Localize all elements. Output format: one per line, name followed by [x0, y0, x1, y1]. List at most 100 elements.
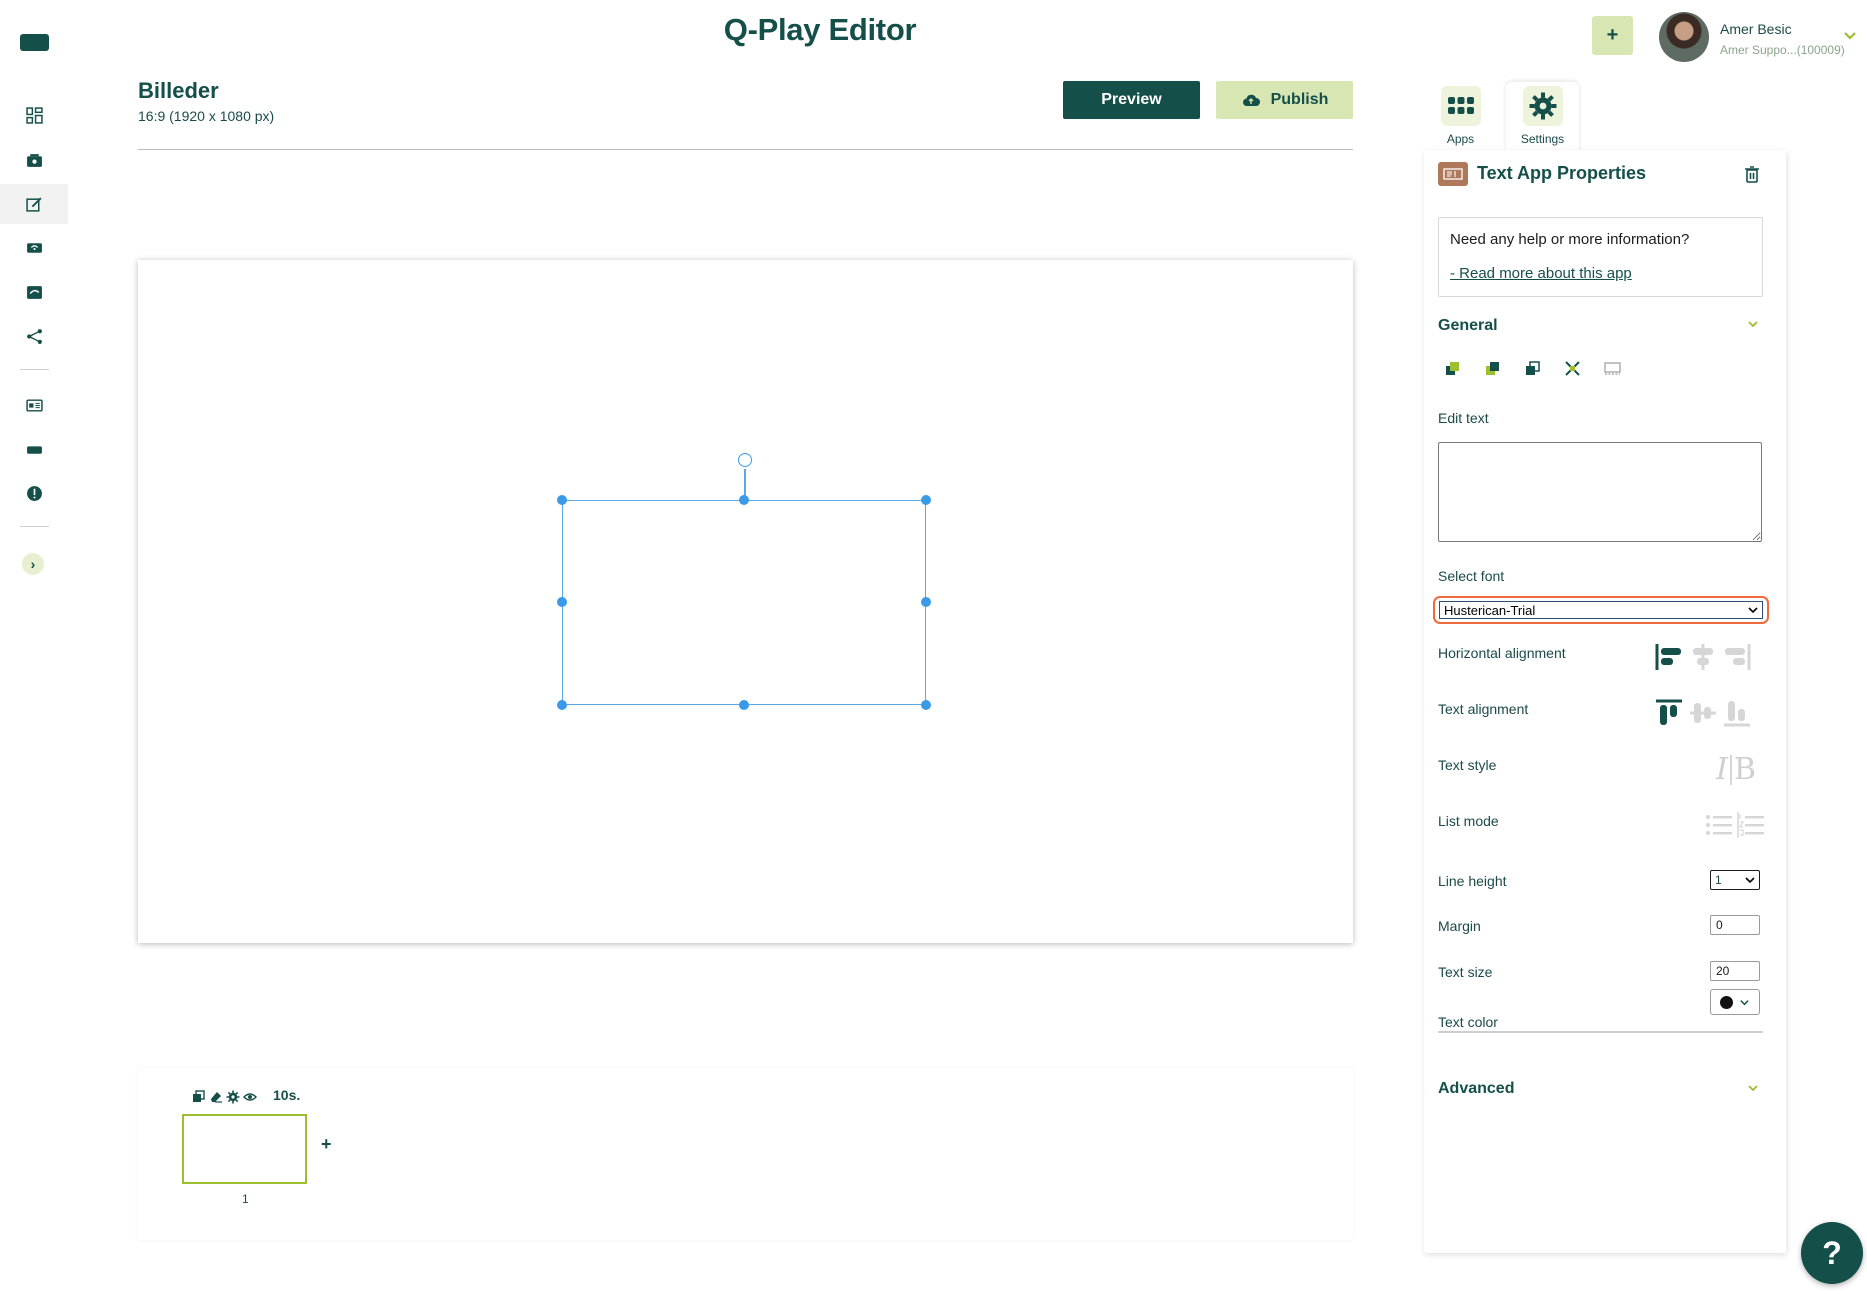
select-font-label: Select font	[1438, 568, 1505, 584]
help-button[interactable]: ?	[1801, 1222, 1863, 1284]
horizontal-alignment-label: Horizontal alignment	[1438, 645, 1566, 661]
app-root: › Q-Play Editor + Amer Besic Amer Suppo.…	[0, 0, 1867, 1294]
line-height-label: Line height	[1438, 873, 1507, 889]
bullet-list-icon[interactable]	[1704, 810, 1734, 840]
share-icon[interactable]	[0, 316, 68, 356]
dashboard-icon[interactable]	[0, 95, 68, 135]
italic-button[interactable]: I	[1716, 752, 1728, 787]
slide-number: 1	[242, 1192, 249, 1206]
slide-timeline: 10s. + 1	[138, 1068, 1353, 1240]
panel-title: Text App Properties	[1477, 163, 1647, 183]
text-size-input[interactable]: 20	[1710, 961, 1760, 981]
header-divider	[138, 149, 1353, 150]
devices-icon[interactable]	[0, 429, 68, 469]
text-app-icon	[1438, 162, 1468, 186]
publish-button[interactable]: Publish	[1216, 81, 1353, 119]
tab-apps[interactable]: Apps	[1424, 82, 1497, 152]
app-logo[interactable]	[20, 34, 49, 51]
read-more-link[interactable]: - Read more about this app	[1450, 265, 1632, 282]
layer-actions	[1444, 360, 1621, 377]
chevron-down-icon[interactable]	[1746, 1081, 1760, 1095]
tab-settings[interactable]: Settings	[1506, 82, 1579, 152]
user-name[interactable]: Amer Besic	[1720, 21, 1792, 37]
advanced-section-header[interactable]: Advanced	[1438, 1080, 1514, 1098]
avatar[interactable]	[1659, 12, 1709, 62]
resize-handle-nw[interactable]	[557, 495, 567, 505]
line-height-value: 1	[1715, 873, 1722, 887]
slide-actions	[192, 1090, 257, 1104]
section-divider	[1438, 1031, 1763, 1033]
user-subtitle: Amer Suppo...(100009)	[1720, 43, 1845, 57]
eye-icon[interactable]	[243, 1090, 257, 1104]
align-right-icon[interactable]	[1722, 642, 1752, 672]
font-select[interactable]: Husterican-Trial	[1439, 601, 1763, 619]
text-alignment-label: Text alignment	[1438, 701, 1529, 717]
media-icon[interactable]	[0, 140, 68, 180]
resize-handle-w[interactable]	[557, 597, 567, 607]
line-height-select[interactable]: 1	[1710, 870, 1760, 890]
text-element-selection[interactable]	[562, 500, 926, 705]
page-title: Q-Play Editor	[723, 12, 917, 47]
sidebar: ›	[0, 0, 68, 1294]
eraser-icon[interactable]	[209, 1090, 223, 1104]
grid-icon[interactable]	[1604, 360, 1621, 377]
fullscreen-icon[interactable]	[1564, 360, 1581, 377]
preview-button[interactable]: Preview	[1063, 81, 1200, 119]
add-slide-button[interactable]: +	[321, 1134, 332, 1155]
edit-text-label: Edit text	[1438, 410, 1489, 426]
publish-label: Publish	[1270, 91, 1329, 108]
resize-handle-se[interactable]	[921, 700, 931, 710]
resize-handle-sw[interactable]	[557, 700, 567, 710]
align-middle-icon[interactable]	[1688, 698, 1718, 728]
properties-panel: Text App Properties Need any help or mor…	[1424, 150, 1786, 1253]
chevron-down-icon[interactable]	[1746, 317, 1760, 331]
chevron-down-icon[interactable]	[1842, 28, 1858, 44]
cloud-upload-icon	[1242, 94, 1260, 106]
text-style-label: Text style	[1438, 757, 1497, 773]
gear-icon[interactable]	[226, 1090, 240, 1104]
align-bottom-icon[interactable]	[1722, 698, 1752, 728]
numbered-list-icon[interactable]	[1736, 810, 1766, 840]
resize-handle-n[interactable]	[739, 495, 749, 505]
playlist-icon[interactable]	[0, 272, 68, 312]
duplicate-icon[interactable]	[192, 1090, 206, 1104]
align-center-icon[interactable]	[1688, 642, 1718, 672]
resize-handle-s[interactable]	[739, 700, 749, 710]
general-section-header[interactable]: General	[1438, 317, 1498, 335]
expand-icon[interactable]: ›	[22, 553, 44, 575]
slide-thumbnail[interactable]	[182, 1114, 307, 1184]
document-title: Billeder	[138, 78, 219, 103]
edit-text-field[interactable]	[1438, 442, 1762, 542]
slide-duration[interactable]: 10s.	[273, 1087, 300, 1103]
editor-icon[interactable]	[0, 184, 68, 224]
text-size-label: Text size	[1438, 964, 1493, 980]
align-top-icon[interactable]	[1654, 698, 1684, 728]
trash-icon[interactable]	[1744, 165, 1760, 183]
bold-button[interactable]: B	[1734, 752, 1756, 787]
rotate-handle[interactable]	[738, 453, 752, 467]
style-divider	[1729, 754, 1732, 785]
chevron-down-icon	[1745, 877, 1755, 884]
resize-handle-e[interactable]	[921, 597, 931, 607]
add-button[interactable]: +	[1592, 16, 1633, 55]
templates-icon[interactable]	[0, 385, 68, 425]
resize-handle-ne[interactable]	[921, 495, 931, 505]
help-box: Need any help or more information? - Rea…	[1438, 217, 1763, 297]
align-left-icon[interactable]	[1654, 642, 1684, 672]
text-style-group: I B	[1716, 752, 1756, 787]
bring-forward-icon[interactable]	[1444, 360, 1461, 377]
tab-apps-label: Apps	[1446, 132, 1475, 146]
send-backward-icon[interactable]	[1524, 360, 1541, 377]
slide-canvas[interactable]	[138, 260, 1353, 943]
tab-settings-label: Settings	[1520, 132, 1565, 146]
margin-input[interactable]: 0	[1710, 915, 1760, 935]
bring-to-front-icon[interactable]	[1484, 360, 1501, 377]
apps-icon	[1440, 86, 1481, 126]
text-color-picker[interactable]	[1710, 989, 1760, 1015]
font-select-value: Husterican-Trial	[1444, 602, 1536, 618]
chevron-down-icon	[1740, 999, 1749, 1005]
horizontal-alignment-group	[1654, 642, 1752, 672]
screens-icon[interactable]	[0, 228, 68, 268]
info-icon[interactable]	[0, 473, 68, 513]
text-alignment-group	[1654, 698, 1752, 728]
